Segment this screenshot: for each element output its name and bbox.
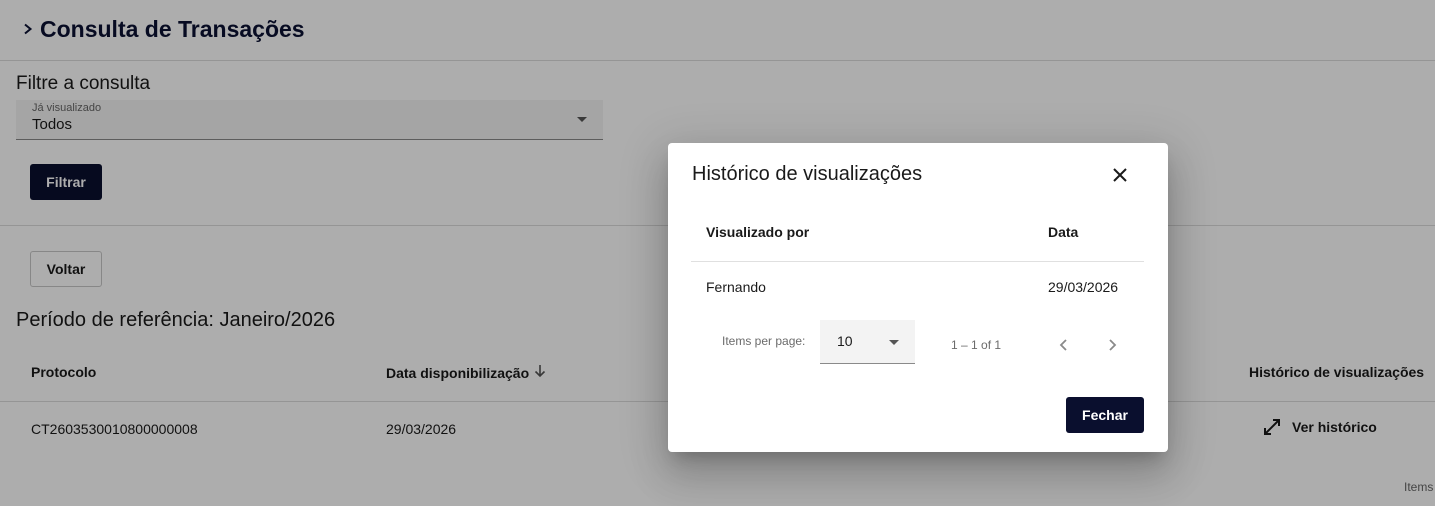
close-icon[interactable] (1108, 163, 1132, 187)
page-size-value: 10 (837, 333, 853, 349)
items-per-page-label: Items per page: (722, 334, 806, 348)
chevron-left-icon (1059, 339, 1067, 351)
dialog-column-viewed-by: Visualizado por (706, 224, 810, 240)
dialog-table-divider (691, 261, 1144, 262)
page-size-select[interactable]: 10 (820, 320, 915, 364)
paginator-range: 1 – 1 of 1 (951, 338, 1002, 352)
history-dialog: Histórico de visualizações Visualizado p… (668, 143, 1168, 452)
chevron-right-icon (1109, 339, 1117, 351)
dialog-title: Histórico de visualizações (692, 163, 923, 185)
dropdown-caret-icon (889, 340, 899, 345)
dialog-cell-viewed-by: Fernando (706, 279, 766, 295)
close-dialog-button[interactable]: Fechar (1066, 397, 1144, 433)
previous-page-button[interactable] (1052, 333, 1076, 357)
dialog-column-date: Data (1048, 224, 1079, 240)
next-page-button[interactable] (1100, 333, 1124, 357)
dialog-cell-date: 29/03/2026 (1048, 279, 1119, 295)
